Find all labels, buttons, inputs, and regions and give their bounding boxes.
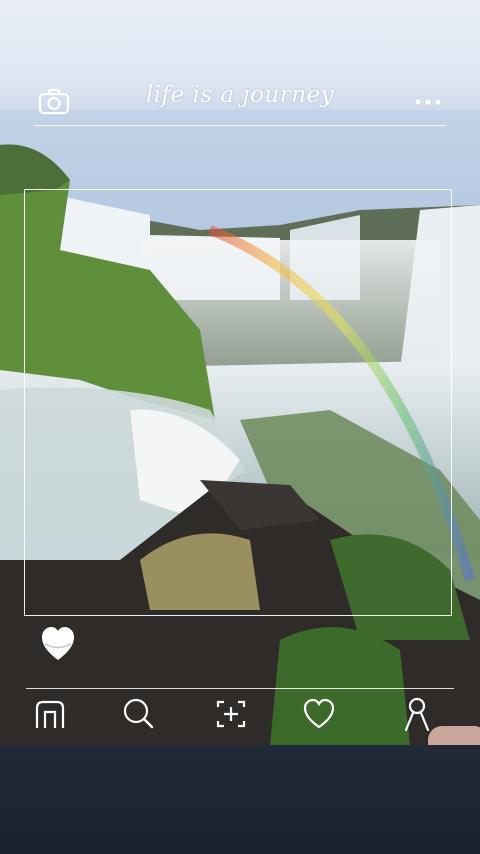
app-title: life is a journey [145,82,335,108]
camera-button[interactable] [38,88,70,116]
more-dots-icon [415,99,441,105]
search-icon [123,698,154,729]
nav-add[interactable] [214,696,248,732]
bottom-dark-area [0,745,480,854]
home-icon [35,700,65,728]
nav-likes[interactable] [302,696,336,732]
header-divider [34,125,446,126]
like-button[interactable] [40,624,76,664]
nav-divider [26,688,454,689]
nav-home[interactable] [33,696,67,732]
camera-icon [38,88,70,115]
profile-icon [404,697,430,732]
nav-search[interactable] [121,696,155,732]
add-photo-icon [216,700,246,728]
nav-profile[interactable] [400,696,434,732]
heart-icon [42,627,74,660]
photo-frame [24,189,452,616]
heart-outline-icon [303,698,335,729]
more-button[interactable] [412,94,444,108]
